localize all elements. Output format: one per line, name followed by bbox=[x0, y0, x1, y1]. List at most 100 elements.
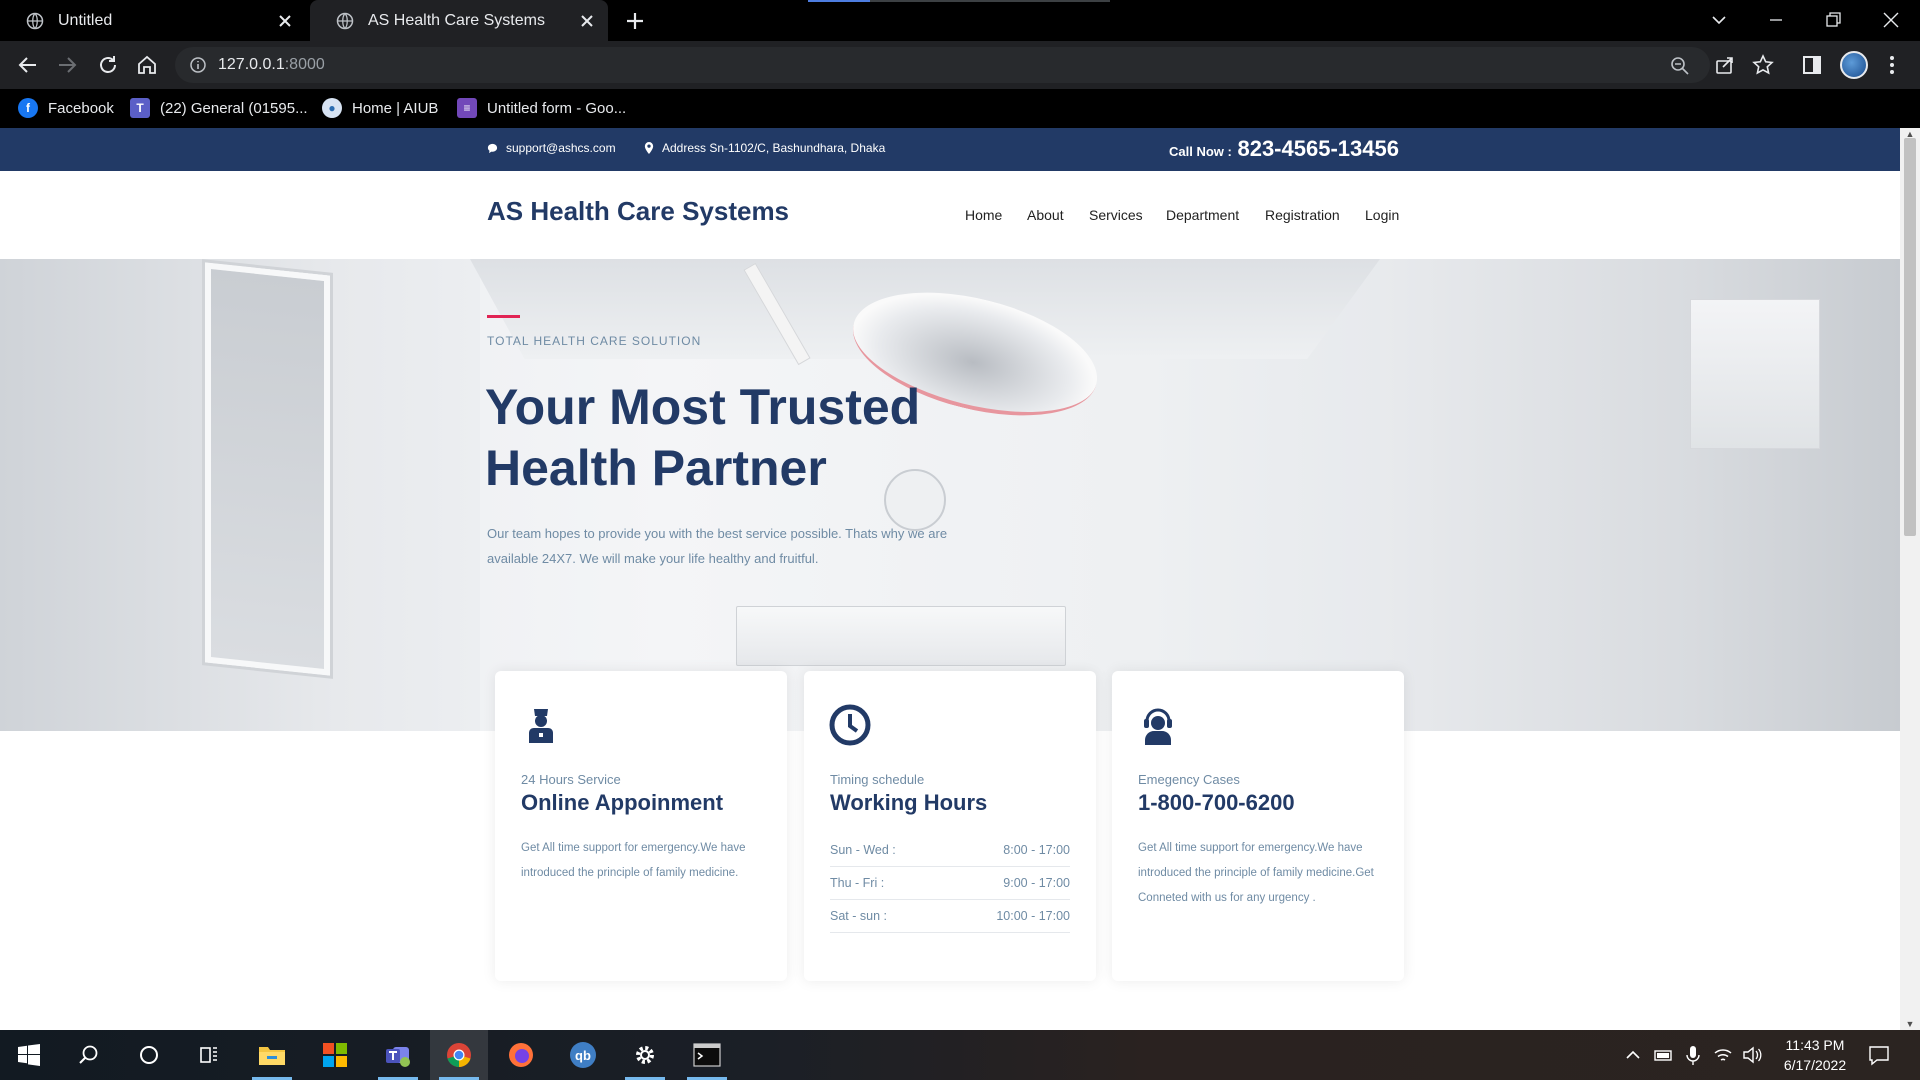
bookmark-aiub[interactable]: ● Home | AIUB bbox=[322, 97, 438, 119]
tab-title: Untitled bbox=[58, 11, 113, 29]
menu-kebab-icon[interactable] bbox=[1880, 53, 1904, 77]
notifications-icon[interactable] bbox=[1868, 1044, 1889, 1066]
hero-banner: TOTAL HEALTH CARE SOLUTION Your Most Tru… bbox=[0, 259, 1900, 731]
medical-panel-image bbox=[736, 606, 1066, 666]
card-subtitle: Timing schedule bbox=[830, 772, 925, 787]
clock-date: 6/17/2022 bbox=[1783, 1057, 1847, 1073]
address-text: Address Sn-1102/C, Bashundhara, Dhaka bbox=[662, 141, 886, 155]
terminal-icon[interactable] bbox=[678, 1030, 736, 1080]
show-hidden-icons-icon[interactable] bbox=[1623, 1044, 1643, 1066]
site-header: AS Health Care Systems Home About Servic… bbox=[0, 171, 1900, 259]
office-icon[interactable] bbox=[306, 1030, 364, 1080]
address-bar[interactable]: 127.0.0.1:8000 bbox=[175, 47, 1710, 83]
chat-icon bbox=[487, 143, 498, 153]
svg-text:qb: qb bbox=[575, 1048, 591, 1063]
bookmark-label: Untitled form - Goo... bbox=[487, 99, 627, 117]
nav-services[interactable]: Services bbox=[1089, 207, 1143, 223]
map-pin-icon bbox=[644, 142, 654, 154]
address-info: Address Sn-1102/C, Bashundhara, Dhaka bbox=[644, 141, 885, 155]
clock-icon bbox=[828, 703, 872, 747]
close-tab-icon[interactable] bbox=[276, 12, 294, 30]
nav-login[interactable]: Login bbox=[1365, 207, 1399, 223]
card-title: Working Hours bbox=[830, 790, 988, 815]
feature-card-emergency: Emegency Cases 1-800-700-6200 Get All ti… bbox=[1112, 671, 1404, 981]
home-icon[interactable] bbox=[135, 53, 159, 77]
feature-card-hours: Timing schedule Working Hours Sun - Wed … bbox=[804, 671, 1096, 981]
card-title[interactable]: 1-800-700-6200 bbox=[1138, 790, 1295, 816]
nav-registration[interactable]: Registration bbox=[1265, 207, 1340, 223]
windows-taskbar: qb 11:43 PM 6/17/2022 bbox=[0, 1030, 1920, 1080]
system-clock[interactable]: 11:43 PM 6/17/2022 bbox=[1780, 1035, 1850, 1075]
teams-icon: T bbox=[130, 98, 150, 118]
settings-icon[interactable] bbox=[616, 1030, 674, 1080]
hero-title: Your Most Trusted Health Partner bbox=[485, 379, 921, 496]
back-icon[interactable] bbox=[16, 53, 40, 77]
schedule-row: Sun - Wed : 8:00 - 17:00 bbox=[830, 834, 1070, 867]
scroll-thumb[interactable] bbox=[1904, 138, 1916, 536]
hero-kicker: TOTAL HEALTH CARE SOLUTION bbox=[487, 334, 702, 348]
card-subtitle: Emegency Cases bbox=[1138, 772, 1240, 787]
profile-avatar[interactable] bbox=[1840, 51, 1868, 79]
tab-untitled[interactable]: Untitled bbox=[0, 0, 306, 41]
nav-department[interactable]: Department bbox=[1166, 207, 1239, 223]
scroll-up-icon[interactable]: ▲ bbox=[1905, 130, 1915, 139]
call-now[interactable]: Call Now : 823-4565-13456 bbox=[1169, 136, 1399, 162]
site-info-icon[interactable] bbox=[189, 56, 207, 74]
close-tab-icon[interactable] bbox=[578, 12, 596, 30]
feature-card-appointment: 24 Hours Service Online Appoinment Get A… bbox=[495, 671, 787, 981]
nav-about[interactable]: About bbox=[1027, 207, 1064, 223]
restore-icon[interactable] bbox=[1821, 8, 1845, 32]
bookmark-label: Facebook bbox=[48, 99, 114, 117]
card-body: Get All time support for emergency.We ha… bbox=[521, 842, 746, 879]
bookmark-star-icon[interactable] bbox=[1751, 53, 1775, 77]
minimize-icon[interactable] bbox=[1764, 8, 1788, 32]
site-logo[interactable]: AS Health Care Systems bbox=[487, 196, 789, 227]
email-info[interactable]: support@ashcs.com bbox=[487, 141, 616, 155]
bookmark-google-form[interactable]: ≡ Untitled form - Goo... bbox=[457, 97, 626, 119]
wifi-icon[interactable] bbox=[1713, 1044, 1733, 1066]
loading-indicator bbox=[808, 0, 1110, 2]
file-explorer-icon[interactable] bbox=[243, 1030, 301, 1080]
page-scrollbar[interactable]: ▲ ▼ bbox=[1900, 128, 1920, 1030]
doctor-icon bbox=[519, 703, 563, 747]
side-panel-icon[interactable] bbox=[1800, 53, 1824, 77]
email-text: support@ashcs.com bbox=[506, 141, 616, 155]
volume-icon[interactable] bbox=[1742, 1044, 1762, 1066]
tab-strip: Untitled AS Health Care Systems bbox=[0, 0, 1920, 41]
cortana-icon[interactable] bbox=[120, 1030, 178, 1080]
start-icon[interactable] bbox=[0, 1030, 58, 1080]
google-forms-icon: ≡ bbox=[457, 98, 477, 118]
scroll-down-icon[interactable]: ▼ bbox=[1905, 1020, 1915, 1029]
search-icon[interactable] bbox=[60, 1030, 118, 1080]
call-label: Call Now : bbox=[1169, 144, 1232, 159]
microphone-icon[interactable] bbox=[1683, 1044, 1703, 1066]
teams-icon[interactable] bbox=[369, 1030, 427, 1080]
bookmark-facebook[interactable]: f Facebook bbox=[18, 97, 114, 119]
url-host: 127.0.0.1 bbox=[218, 56, 285, 73]
close-window-icon[interactable] bbox=[1879, 8, 1903, 32]
task-view-icon[interactable] bbox=[180, 1030, 238, 1080]
nav-home[interactable]: Home bbox=[965, 207, 1002, 223]
globe-icon bbox=[26, 12, 44, 30]
clock-time: 11:43 PM bbox=[1785, 1037, 1845, 1053]
qbittorrent-icon[interactable]: qb bbox=[554, 1030, 612, 1080]
firefox-icon[interactable] bbox=[492, 1030, 550, 1080]
share-icon[interactable] bbox=[1713, 53, 1737, 77]
tab-search-icon[interactable] bbox=[1707, 8, 1731, 32]
hero-window-image bbox=[205, 262, 330, 676]
url-text: 127.0.0.1:8000 bbox=[218, 56, 325, 74]
globe-icon bbox=[336, 12, 354, 30]
schedule-day: Sat - sun : bbox=[830, 909, 887, 923]
chrome-icon[interactable] bbox=[430, 1030, 488, 1080]
tab-as-health-care[interactable]: AS Health Care Systems bbox=[310, 0, 608, 41]
schedule-row: Thu - Fri : 9:00 - 17:00 bbox=[830, 867, 1070, 900]
accent-line bbox=[487, 315, 520, 318]
aiub-icon: ● bbox=[322, 98, 342, 118]
page-viewport: support@ashcs.com Address Sn-1102/C, Bas… bbox=[0, 128, 1900, 1030]
battery-icon[interactable] bbox=[1654, 1044, 1674, 1066]
reload-icon[interactable] bbox=[96, 53, 120, 77]
forward-icon[interactable] bbox=[55, 53, 79, 77]
zoom-icon[interactable] bbox=[1670, 56, 1690, 76]
bookmark-teams-general[interactable]: T (22) General (01595... bbox=[130, 97, 308, 119]
new-tab-icon[interactable] bbox=[624, 10, 646, 32]
